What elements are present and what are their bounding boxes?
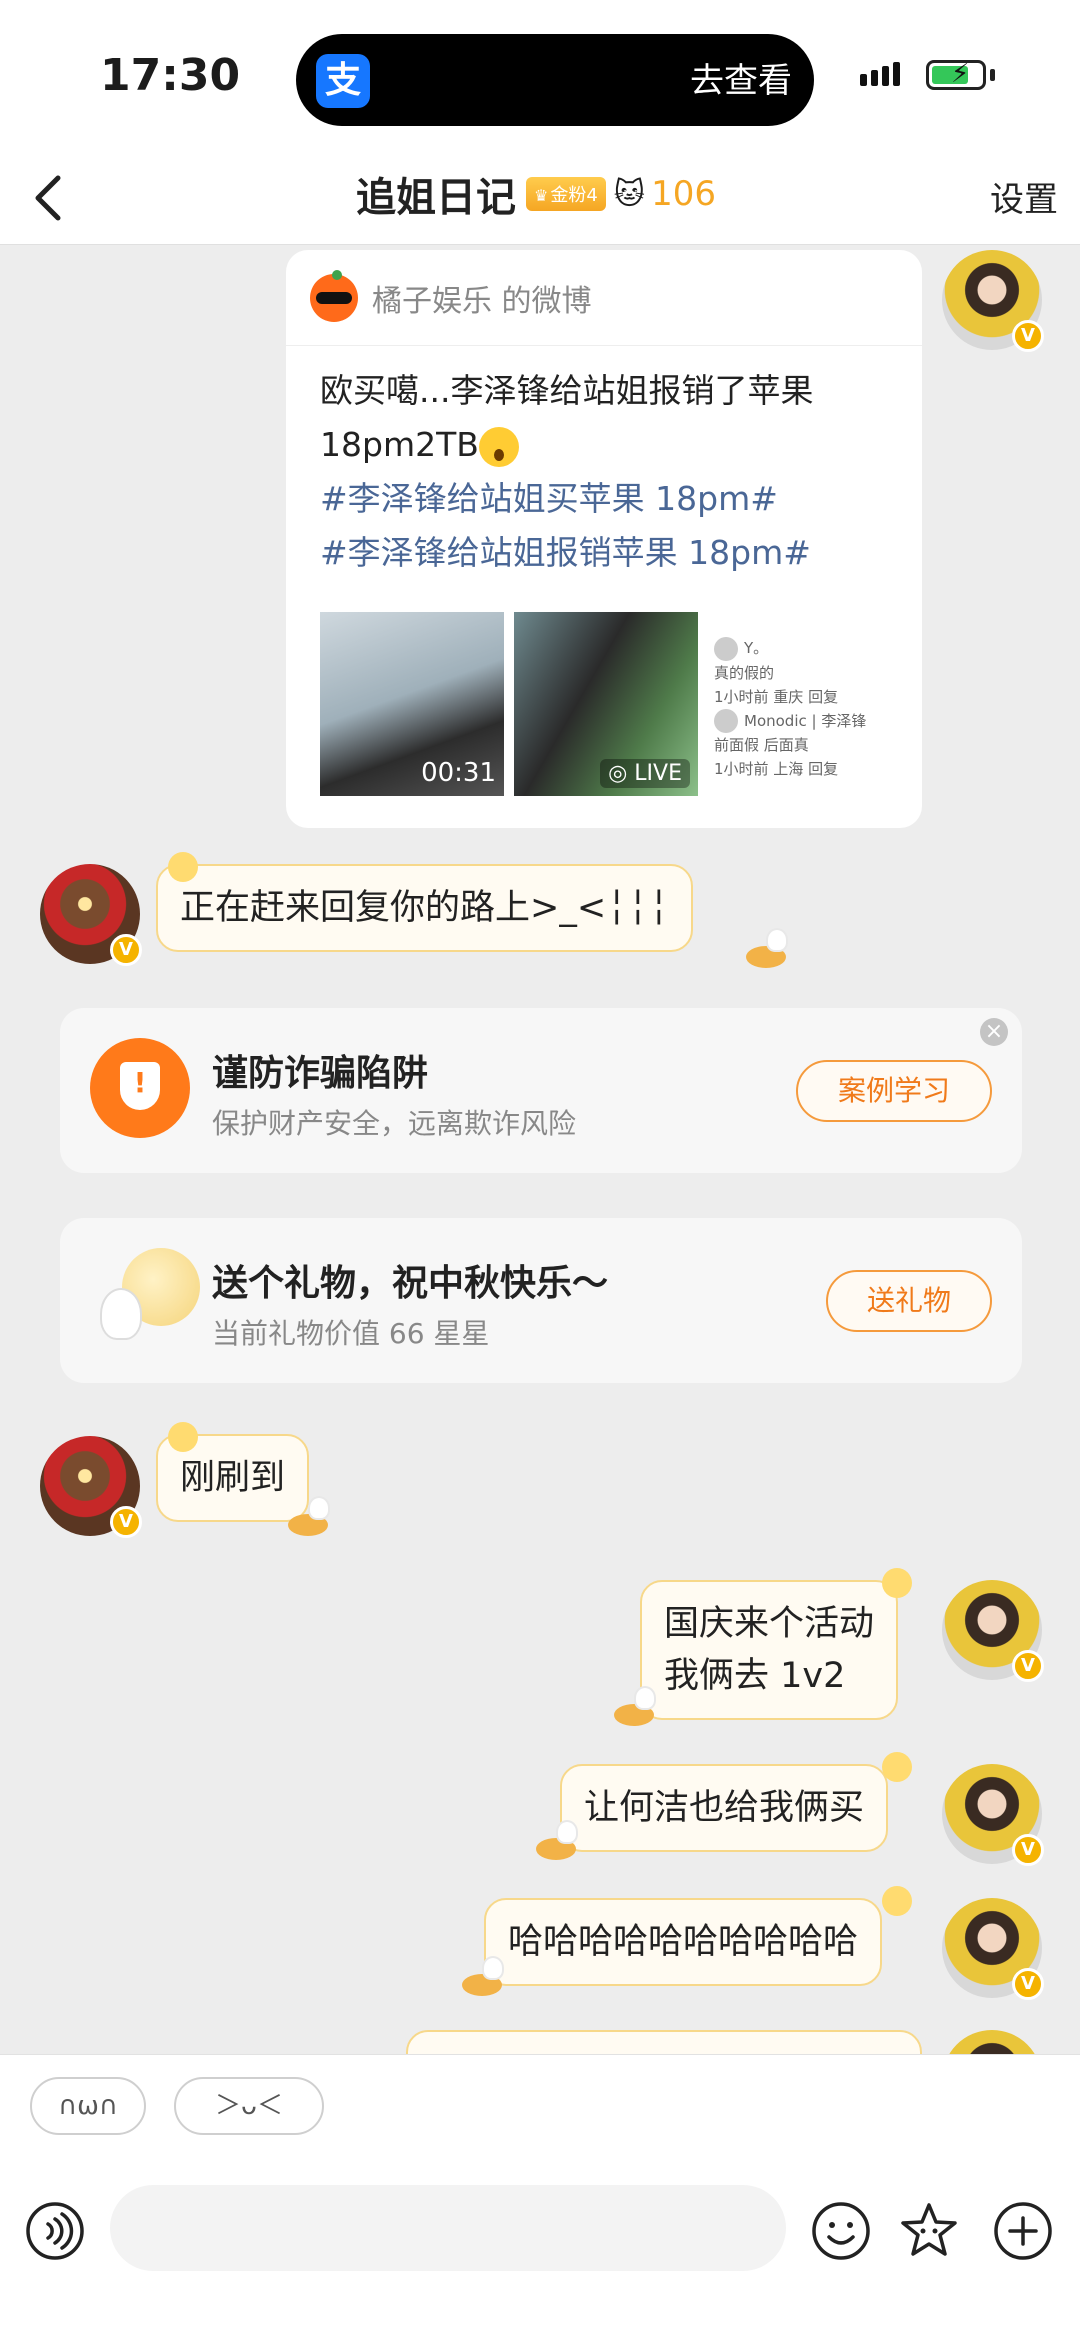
bunny-mooncake-icon — [536, 1820, 582, 1860]
chat-header: 追姐日记 ♛ 金粉4 🐱 106 设置 — [0, 150, 1080, 245]
orange-logo-icon — [310, 269, 358, 322]
avatar[interactable]: V — [40, 1436, 142, 1538]
message-bubble[interactable]: 国庆来个活动 我俩去 1v2 — [640, 1580, 899, 1720]
bunny-mooncake-icon — [462, 1956, 508, 1996]
verified-icon: V — [110, 934, 142, 966]
message-text: 国庆来个活动 — [664, 1604, 875, 1644]
share-text-line2: 18pm2TB — [320, 425, 479, 464]
island-action-label[interactable]: 去查看 — [690, 54, 792, 108]
alipay-logo-icon: 支 — [316, 54, 370, 108]
plus-icon[interactable] — [992, 2200, 1054, 2262]
comment-meta: 1小时前 重庆 回复 — [714, 687, 839, 706]
status-time: 17:30 — [100, 50, 241, 101]
surprised-emoji-icon — [478, 426, 519, 467]
voice-icon[interactable] — [24, 2200, 86, 2262]
chat-title: 追姐日记 — [356, 175, 516, 221]
moon-decoration-icon — [882, 1886, 912, 1916]
share-text: 欧买噶...李泽锋给站姐报销了苹果 18pm2TB #李泽锋给站姐买苹果 18p… — [286, 346, 922, 580]
sticker-icon[interactable] — [898, 2200, 960, 2262]
verified-icon: V — [1012, 1834, 1044, 1866]
input-bar: ∩ω∩ ＞ᴗ＜ — [0, 2054, 1080, 2347]
gift-card-subtitle: 当前礼物价值 66 星星 — [212, 1317, 490, 1350]
message-bubble[interactable]: 哈哈哈哈哈哈哈哈哈哈 — [484, 1898, 883, 1986]
share-source: 橘子娱乐 的微博 — [372, 283, 592, 319]
message-bubble[interactable]: 让何洁也给我俩买 — [560, 1764, 889, 1852]
battery-tip — [990, 69, 995, 81]
hashtag-link[interactable]: #李泽锋给站姐买苹果 18pm# — [320, 472, 888, 526]
comment-preview-thumbnail[interactable]: Y。 真的假的 1小时前 重庆 回复 Monodic | 李泽锋 前面假 后面真… — [708, 612, 888, 796]
signal-icon — [860, 62, 904, 86]
shield-icon: ! — [90, 1038, 190, 1138]
avatar[interactable]: V — [942, 1898, 1044, 2000]
comment-user: Monodic | 李泽锋 — [744, 711, 867, 730]
moon-decoration-icon — [882, 1568, 912, 1598]
comment-text: 前面假 后面真 — [714, 736, 809, 754]
live-photo-thumbnail[interactable]: ◎ LIVE — [514, 612, 698, 796]
header-title-group[interactable]: 追姐日记 ♛ 金粉4 🐱 106 — [356, 164, 716, 224]
hashtag-link[interactable]: #李泽锋给站姐报销苹果 18pm# — [320, 526, 888, 580]
quick-emoticon-chip[interactable]: ＞ᴗ＜ — [174, 2077, 324, 2135]
avatar[interactable]: V — [942, 1580, 1044, 1682]
moon-decoration-icon — [168, 852, 198, 882]
verified-icon: V — [1012, 1650, 1044, 1682]
dynamic-island[interactable]: 支 去查看 — [296, 34, 814, 126]
back-icon[interactable] — [26, 168, 76, 228]
bunny-mooncake-icon — [614, 1686, 660, 1726]
fraud-card-title: 谨防诈骗陷阱 — [212, 1053, 429, 1094]
avatar[interactable]: V — [942, 250, 1044, 352]
crown-icon: ♛ — [534, 186, 549, 205]
case-study-button[interactable]: 案例学习 — [796, 1060, 992, 1122]
send-gift-button[interactable]: 送礼物 — [826, 1270, 992, 1332]
avatar[interactable]: V — [942, 1764, 1044, 1866]
settings-button[interactable]: 设置 — [990, 172, 1058, 221]
bunny-mooncake-icon — [288, 1496, 334, 1536]
fan-level-badge: ♛ 金粉4 — [526, 177, 606, 211]
live-badge: ◎ LIVE — [600, 759, 690, 788]
gift-card-title: 送个礼物，祝中秋快乐～ — [212, 1263, 609, 1304]
message-text: 哈哈哈哈哈哈哈哈哈哈 — [508, 1922, 859, 1962]
message-text: 正在赶来回复你的路上>_<╎╎╎ — [180, 888, 670, 928]
weibo-share-card[interactable]: 橘子娱乐 的微博 欧买噶...李泽锋给站姐报销了苹果 18pm2TB #李泽锋给… — [286, 250, 922, 828]
verified-icon: V — [1012, 1968, 1044, 2000]
moon-icon — [100, 1248, 200, 1348]
message-bubble[interactable]: 正在赶来回复你的路上>_<╎╎╎ — [156, 864, 694, 952]
moon-decoration-icon — [882, 1752, 912, 1782]
status-bar: 17:30 支 去查看 ⚡ — [0, 0, 1080, 150]
commenter-avatar — [714, 709, 738, 733]
video-duration: 00:31 — [421, 758, 496, 788]
video-thumbnail[interactable]: 00:31 — [320, 612, 504, 796]
message-text: 我俩去 1v2 — [664, 1656, 846, 1696]
cat-icon: 🐱 — [613, 176, 646, 212]
emoji-icon[interactable] — [810, 2200, 872, 2262]
comment-user: Y。 — [744, 639, 769, 657]
share-text-line1: 欧买噶...李泽锋给站姐报销了苹果 — [320, 371, 814, 410]
bunny-mooncake-icon — [746, 928, 792, 968]
verified-icon: V — [1012, 320, 1044, 352]
fraud-card-subtitle: 保护财产安全，远离欺诈风险 — [212, 1107, 577, 1140]
moon-decoration-icon — [168, 1422, 198, 1452]
fan-count: 106 — [651, 174, 716, 214]
comment-meta: 1小时前 上海 回复 — [714, 760, 839, 778]
message-input[interactable] — [110, 2185, 786, 2271]
battery-icon: ⚡ — [926, 59, 986, 90]
quick-emoticon-chip[interactable]: ∩ω∩ — [30, 2077, 146, 2135]
share-media-row: 00:31 ◎ LIVE Y。 真的假的 1小时前 重庆 回复 Monodic … — [320, 612, 898, 796]
comment-text: 真的假的 — [714, 663, 775, 682]
close-icon[interactable]: × — [980, 1018, 1008, 1046]
message-text: 让何洁也给我俩买 — [584, 1788, 865, 1828]
fraud-warning-card[interactable]: ! 谨防诈骗陷阱 保护财产安全，远离欺诈风险 案例学习 × — [60, 1008, 1022, 1173]
gift-card[interactable]: 送个礼物，祝中秋快乐～ 当前礼物价值 66 星星 送礼物 — [60, 1218, 1022, 1383]
share-card-header[interactable]: 橘子娱乐 的微博 — [286, 250, 922, 346]
verified-icon: V — [110, 1506, 142, 1538]
commenter-avatar — [714, 636, 738, 661]
message-text: 刚刷到 — [180, 1458, 286, 1498]
avatar[interactable]: V — [40, 864, 142, 966]
